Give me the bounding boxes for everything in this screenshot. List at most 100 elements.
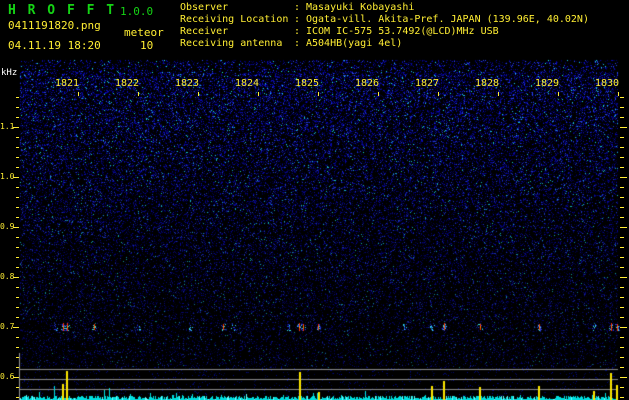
- x-axis-label: 1825: [295, 78, 320, 89]
- y-axis-label: 1.0: [0, 172, 15, 181]
- y-axis-tick-minor: [16, 167, 19, 168]
- y-axis-tick-minor-right: [620, 237, 624, 238]
- station-info-row: Observer: Masayuki Kobayashi: [180, 2, 589, 14]
- y-axis-tick-minor: [16, 267, 19, 268]
- y-axis-tick-minor: [16, 367, 19, 368]
- x-axis-label: 1828: [475, 78, 500, 89]
- x-axis-label: 1827: [415, 78, 440, 89]
- y-axis-tick-minor-right: [620, 97, 624, 98]
- y-axis-tick-minor: [16, 97, 19, 98]
- app-title: H R O F F T: [8, 3, 117, 18]
- y-axis-tick-minor: [16, 397, 19, 398]
- y-axis-tick-major-right: [620, 177, 627, 178]
- y-axis-tick-minor: [16, 207, 19, 208]
- spectrogram-canvas: [0, 0, 629, 400]
- y-axis-tick-major-right: [620, 227, 627, 228]
- y-axis-tick-minor: [16, 317, 19, 318]
- y-axis-tick-minor: [16, 247, 19, 248]
- mode-label: meteor: [124, 26, 164, 39]
- y-axis-tick-minor: [16, 197, 19, 198]
- info-value: Masayuki Kobayashi: [306, 2, 415, 13]
- x-axis-tick: [618, 92, 619, 96]
- y-axis-tick-minor-right: [620, 367, 624, 368]
- y-axis-tick-minor-right: [620, 397, 624, 398]
- y-axis-label: 0.6: [0, 372, 15, 381]
- info-value: A504HB(yagi 4el): [306, 38, 403, 49]
- y-axis-tick-minor-right: [620, 347, 624, 348]
- info-label: Receiver: [180, 26, 229, 37]
- info-label: Observer: [180, 2, 229, 13]
- y-axis-tick-minor-right: [620, 167, 624, 168]
- y-axis-tick-minor: [16, 157, 19, 158]
- y-axis-tick-minor-right: [620, 257, 624, 258]
- x-axis-label: 1824: [235, 78, 260, 89]
- y-axis-tick-minor: [16, 237, 19, 238]
- y-axis-tick-minor: [16, 387, 19, 388]
- y-axis-tick-major-right: [620, 277, 627, 278]
- info-separator: :: [294, 2, 301, 13]
- y-axis-label: 0.8: [0, 272, 15, 281]
- y-axis-tick-minor: [16, 347, 19, 348]
- info-value: ICOM IC-575 53.7492(@LCD)MHz USB: [306, 26, 499, 37]
- y-axis-tick-minor: [16, 107, 19, 108]
- y-axis-tick-minor: [16, 337, 19, 338]
- y-axis-tick-minor: [16, 117, 19, 118]
- station-info-row: Receiver: ICOM IC-575 53.7492(@LCD)MHz US…: [180, 26, 589, 38]
- y-axis-tick-minor-right: [620, 157, 624, 158]
- y-axis-label: 0.9: [0, 222, 15, 231]
- x-axis-tick: [138, 92, 139, 96]
- x-axis-tick: [198, 92, 199, 96]
- y-axis-tick-minor-right: [620, 337, 624, 338]
- y-axis-tick-minor-right: [620, 107, 624, 108]
- info-value: Ogata-vill. Akita-Pref. JAPAN (139.96E, …: [306, 14, 589, 25]
- x-axis-label: 1830: [595, 78, 620, 89]
- y-axis-tick-major: [13, 327, 19, 328]
- x-axis-label: 1826: [355, 78, 380, 89]
- info-label: Receiving antenna: [180, 38, 283, 49]
- y-axis-tick-minor-right: [620, 207, 624, 208]
- y-axis-tick-major-right: [620, 377, 627, 378]
- x-axis-label: 1821: [55, 78, 80, 89]
- y-axis-tick-minor: [16, 187, 19, 188]
- y-axis-tick-major: [13, 377, 19, 378]
- x-axis-tick: [438, 92, 439, 96]
- y-axis-tick-major-right: [620, 127, 627, 128]
- y-axis-tick-minor: [16, 257, 19, 258]
- y-axis-tick-minor: [16, 217, 19, 218]
- info-separator: :: [294, 38, 301, 49]
- khz-axis-label: kHz: [1, 68, 18, 78]
- y-axis-tick-minor-right: [620, 117, 624, 118]
- y-axis-tick-major-right: [620, 327, 627, 328]
- x-axis-label: 1822: [115, 78, 140, 89]
- y-axis-tick-major: [13, 227, 19, 228]
- y-axis-label: 1.1: [0, 122, 15, 131]
- x-axis-tick: [558, 92, 559, 96]
- station-info: Observer: Masayuki Kobayashi Receiving Loc…: [180, 2, 589, 50]
- y-axis-tick-minor: [16, 287, 19, 288]
- x-axis-tick: [378, 92, 379, 96]
- app-version: 1.0.0: [120, 5, 154, 18]
- info-separator: :: [294, 26, 301, 37]
- x-axis-label: 1823: [175, 78, 200, 89]
- station-info-row: Receiving Location: Ogata-vill. Akita-Pre…: [180, 14, 589, 26]
- info-separator: :: [294, 14, 301, 25]
- y-axis-tick-minor: [16, 297, 19, 298]
- y-axis-tick-major: [13, 277, 19, 278]
- y-axis-tick-minor-right: [620, 287, 624, 288]
- y-axis-label: 0.7: [0, 322, 15, 331]
- y-axis-tick-minor-right: [620, 247, 624, 248]
- y-axis-tick-minor-right: [620, 307, 624, 308]
- info-label: Receiving Location: [180, 14, 289, 25]
- y-axis-tick-minor-right: [620, 147, 624, 148]
- y-axis-tick-major: [13, 127, 19, 128]
- y-axis-tick-minor-right: [620, 267, 624, 268]
- y-axis-tick-minor: [16, 137, 19, 138]
- x-axis-tick: [78, 92, 79, 96]
- echo-count: 10: [140, 39, 154, 52]
- y-axis-tick-major: [13, 177, 19, 178]
- y-axis-tick-minor-right: [620, 217, 624, 218]
- observation-datetime: 04.11.19 18:20: [8, 39, 101, 52]
- y-axis-tick-minor: [16, 357, 19, 358]
- output-filename: 0411191820.png: [8, 19, 101, 32]
- y-axis-tick-minor: [16, 307, 19, 308]
